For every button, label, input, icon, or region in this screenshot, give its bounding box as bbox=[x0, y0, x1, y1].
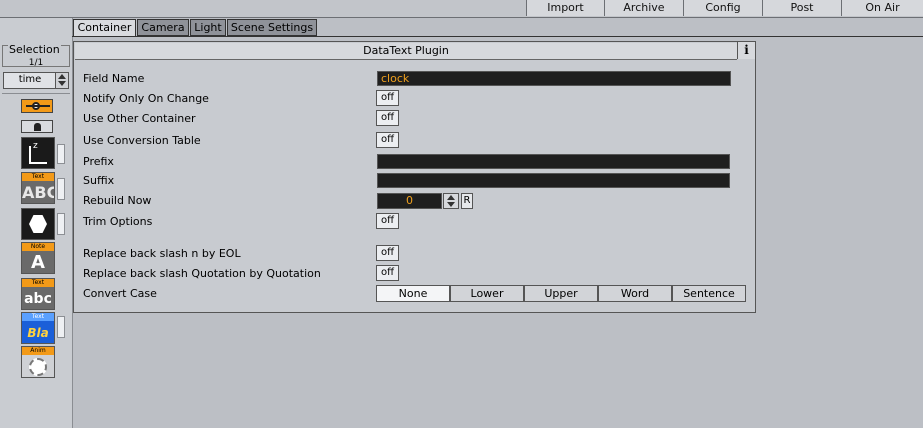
config-button[interactable]: Config bbox=[683, 0, 762, 16]
text-abc-icon[interactable]: Text ABC bbox=[21, 172, 55, 204]
archive-button[interactable]: Archive bbox=[604, 0, 683, 16]
post-button[interactable]: Post bbox=[762, 0, 841, 16]
info-button[interactable]: i bbox=[737, 42, 755, 59]
text-small-abc-icon[interactable]: Text abc bbox=[21, 278, 55, 310]
conversion-table-toggle[interactable]: off bbox=[376, 132, 399, 148]
replace-quotation-toggle[interactable]: off bbox=[376, 265, 399, 281]
rebuild-reset-button[interactable]: R bbox=[461, 193, 473, 209]
axis-z-label: z bbox=[33, 141, 38, 151]
blabla-slot[interactable] bbox=[57, 316, 65, 338]
import-button[interactable]: Import bbox=[526, 0, 604, 16]
selection-label: Selection bbox=[8, 43, 61, 56]
note-icon[interactable]: Note A bbox=[21, 242, 55, 274]
prefix-label: Prefix bbox=[83, 155, 114, 168]
divider bbox=[2, 93, 70, 94]
abc-glyph: ABC bbox=[22, 183, 55, 202]
use-other-container-label: Use Other Container bbox=[83, 112, 196, 125]
left-selection-panel: Selection 1/1 time z Text ABC Note A Tex… bbox=[0, 18, 73, 428]
tab-light[interactable]: Light bbox=[190, 19, 226, 36]
time-spinner[interactable] bbox=[55, 73, 68, 88]
on-air-button[interactable]: On Air bbox=[841, 0, 923, 16]
hexagon-slot[interactable] bbox=[57, 213, 65, 235]
small-abc-glyph: abc bbox=[24, 291, 52, 307]
time-value: time bbox=[18, 74, 42, 85]
convert-case-label: Convert Case bbox=[83, 287, 157, 300]
replace-quotation-label: Replace back slash Quotation by Quotatio… bbox=[83, 267, 321, 280]
tab-container[interactable]: Container bbox=[73, 19, 136, 36]
axis-slot[interactable] bbox=[57, 144, 65, 164]
replace-eol-toggle[interactable]: off bbox=[376, 245, 399, 261]
orange-key-icon[interactable] bbox=[21, 99, 53, 113]
case-word-button[interactable]: Word bbox=[598, 285, 672, 302]
spin-up-icon[interactable] bbox=[447, 195, 455, 200]
rebuild-now-input[interactable]: 0 bbox=[377, 193, 442, 209]
note-tag: Note bbox=[22, 243, 54, 251]
case-none-button[interactable]: None bbox=[376, 285, 450, 302]
suffix-input[interactable] bbox=[377, 173, 730, 188]
text-slot[interactable] bbox=[57, 178, 65, 200]
plugin-title: DataText Plugin bbox=[75, 43, 737, 60]
selection-count: 1/1 bbox=[28, 58, 44, 68]
spin-down-icon[interactable] bbox=[447, 202, 455, 207]
top-toolbar: Import Archive Config Post On Air bbox=[0, 0, 923, 18]
notify-toggle[interactable]: off bbox=[376, 90, 399, 106]
tab-divider bbox=[72, 36, 923, 37]
container-icon[interactable] bbox=[21, 120, 53, 133]
rebuild-spinner[interactable] bbox=[443, 193, 459, 209]
hexagon-icon[interactable] bbox=[21, 208, 55, 240]
blabla-glyph: Bla bbox=[27, 326, 49, 340]
case-lower-button[interactable]: Lower bbox=[450, 285, 524, 302]
case-sentence-button[interactable]: Sentence bbox=[672, 285, 746, 302]
tab-scene-settings[interactable]: Scene Settings bbox=[227, 19, 317, 36]
datatext-plugin-panel: DataText Plugin i Field Name clock Notif… bbox=[73, 41, 756, 313]
note-glyph: A bbox=[31, 252, 45, 273]
trim-options-toggle[interactable]: off bbox=[376, 213, 399, 229]
field-name-label: Field Name bbox=[83, 72, 145, 85]
rebuild-now-label: Rebuild Now bbox=[83, 194, 152, 207]
time-selector[interactable]: time bbox=[3, 72, 69, 89]
replace-eol-label: Replace back slash n by EOL bbox=[83, 247, 241, 260]
suffix-label: Suffix bbox=[83, 174, 115, 187]
text-blabla-icon[interactable]: Text Bla bbox=[21, 312, 55, 344]
spin-up-icon[interactable] bbox=[58, 74, 66, 79]
anim-tag: Anim bbox=[22, 347, 54, 355]
anim-icon[interactable]: Anim bbox=[21, 346, 55, 378]
axis-icon[interactable]: z bbox=[21, 137, 55, 169]
text-tag-3: Text bbox=[22, 313, 54, 321]
text-tag: Text bbox=[22, 173, 54, 181]
case-upper-button[interactable]: Upper bbox=[524, 285, 598, 302]
field-name-input[interactable]: clock bbox=[377, 71, 731, 86]
spin-down-icon[interactable] bbox=[58, 81, 66, 86]
tab-camera[interactable]: Camera bbox=[137, 19, 189, 36]
text-tag-2: Text bbox=[22, 279, 54, 287]
use-other-container-toggle[interactable]: off bbox=[376, 110, 399, 126]
conversion-table-label: Use Conversion Table bbox=[83, 134, 201, 147]
prefix-input[interactable] bbox=[377, 154, 730, 169]
notify-label: Notify Only On Change bbox=[83, 92, 209, 105]
trim-options-label: Trim Options bbox=[83, 215, 153, 228]
